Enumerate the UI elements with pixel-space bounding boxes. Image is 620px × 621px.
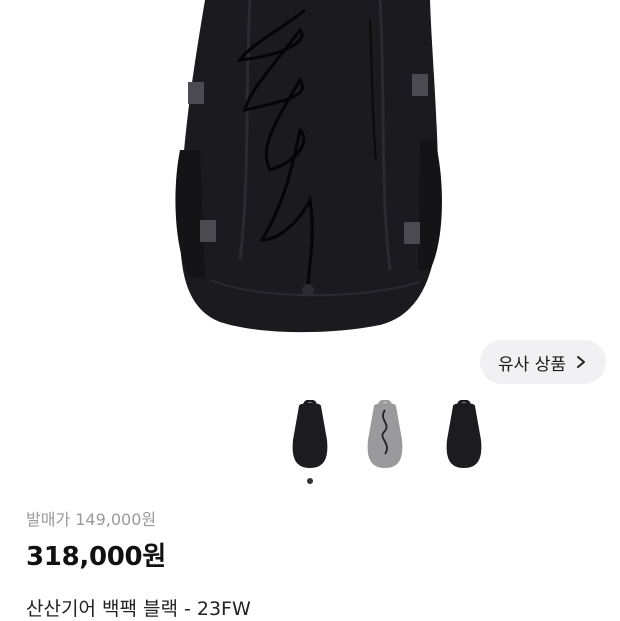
similar-products-button[interactable]: 유사 상품 [480, 340, 606, 384]
thumbnail-black-backpack[interactable] [283, 400, 337, 474]
release-price: 발매가 149,000원 [26, 510, 157, 529]
similar-products-label: 유사 상품 [498, 354, 566, 375]
current-price: 318,000원 [26, 542, 166, 572]
product-hero-image [0, 0, 620, 340]
thumbnail-black-backpack-side[interactable] [437, 400, 491, 474]
product-title: 산산기어 백팩 블랙 - 23FW [26, 598, 251, 620]
thumbnail-gray-backpack[interactable] [358, 400, 412, 474]
chevron-right-icon [576, 356, 585, 368]
carousel-indicator-dot [307, 478, 313, 484]
thumbnail-strip [0, 400, 620, 474]
